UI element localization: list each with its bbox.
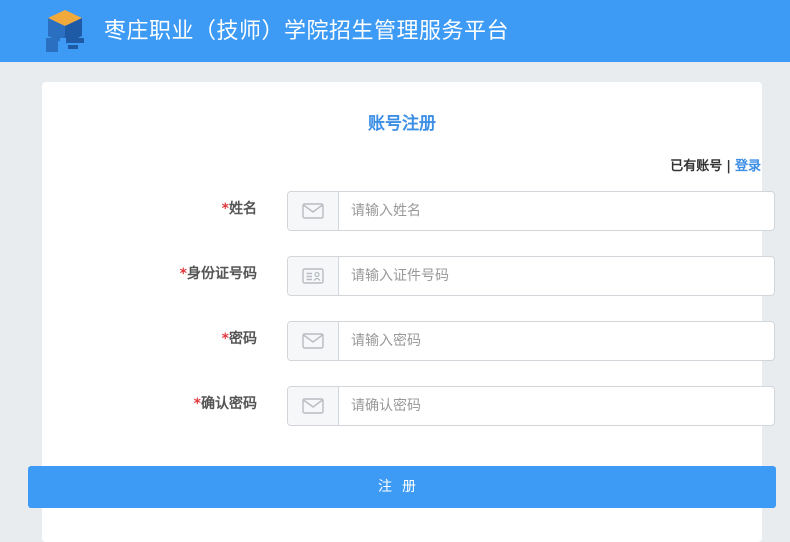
confirm-password-field	[287, 386, 775, 426]
form-title: 账号注册	[368, 114, 436, 134]
envelope-icon	[302, 398, 324, 414]
password-label: *密码	[57, 329, 257, 349]
account-line: 已有账号 | 登录	[670, 157, 761, 177]
password-addon	[288, 322, 339, 360]
register-button[interactable]: 注册	[28, 466, 776, 508]
id-number-input[interactable]	[339, 257, 771, 295]
id-number-field	[287, 256, 775, 296]
site-title: 枣庄职业（技师）学院招生管理服务平台	[104, 19, 510, 44]
required-mark: *	[179, 266, 187, 282]
header-bar: 枣庄职业（技师）学院招生管理服务平台	[0, 0, 790, 62]
has-account-text: 已有账号	[670, 159, 723, 174]
name-addon	[288, 192, 339, 230]
id-number-label-text: 身份证号码	[187, 266, 257, 282]
name-field	[287, 191, 775, 231]
confirm-password-label-text: 确认密码	[201, 396, 257, 412]
name-label-text: 姓名	[229, 201, 257, 217]
name-input[interactable]	[339, 192, 771, 230]
id-card-icon	[302, 268, 324, 284]
confirm-password-input[interactable]	[339, 387, 771, 425]
school-logo	[46, 10, 84, 52]
id-number-addon	[288, 257, 339, 295]
password-input[interactable]	[339, 322, 771, 360]
envelope-icon	[302, 333, 324, 349]
envelope-icon	[302, 203, 324, 219]
confirm-password-label: *确认密码	[57, 394, 257, 414]
password-field	[287, 321, 775, 361]
name-label: *姓名	[57, 199, 257, 219]
login-link[interactable]: 登录	[735, 159, 761, 174]
required-mark: *	[221, 201, 229, 217]
password-label-text: 密码	[229, 331, 257, 347]
separator: |	[726, 159, 731, 174]
id-number-label: *身份证号码	[57, 264, 257, 284]
required-mark: *	[193, 396, 201, 412]
required-mark: *	[221, 331, 229, 347]
confirm-password-addon	[288, 387, 339, 425]
